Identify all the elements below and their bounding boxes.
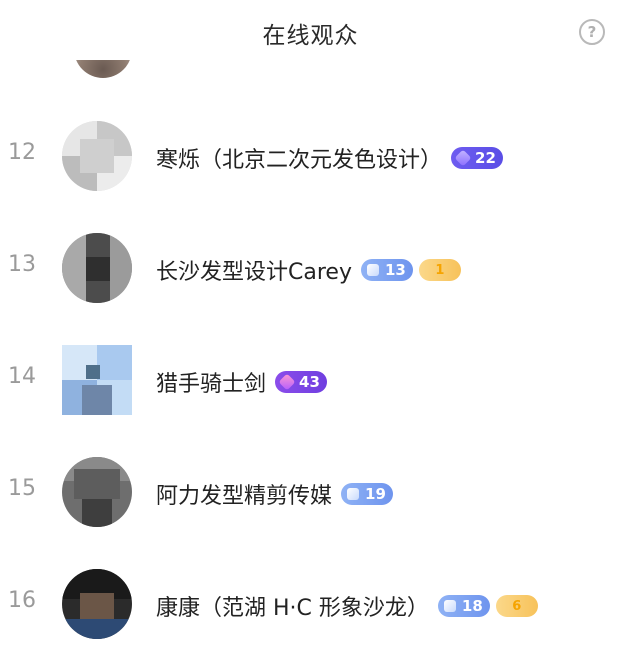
rank-number: 13 [8,252,36,277]
viewer-name-text: 猎手骑士剑 [156,372,267,397]
viewer-name-text: 寒烁（北京二次元发色设计） [156,148,443,173]
header-bar: 在线观众 ? [0,0,621,66]
avatar[interactable] [62,121,132,191]
avatar[interactable] [62,457,132,527]
avatar[interactable] [62,233,132,303]
viewer-name: 康康（范湖 H·C 形象沙龙） 18 6 [156,590,538,622]
level-badge-number: 18 [461,597,483,615]
gem-icon [454,149,472,167]
gem-icon [347,488,360,500]
viewer-name-text: 阿力发型精剪传媒 [156,484,333,509]
level-badge-number: 13 [384,261,406,279]
viewer-row[interactable]: 12 寒烁（北京二次元发色设计） 22 [0,100,621,212]
level-badge: 22 [451,147,503,169]
viewer-row[interactable]: 13 长沙发型设计Carey 13 1 [0,212,621,324]
avatar[interactable] [62,345,132,415]
rank-number: 12 [8,140,36,165]
gem-icon [366,264,379,276]
viewer-name-text: 康康（范湖 H·C 形象沙龙） [156,596,429,621]
viewer-row[interactable]: 16 康康（范湖 H·C 形象沙龙） 18 6 [0,548,621,660]
gem-icon [278,373,296,391]
gem-icon [443,600,456,612]
level-badge: 13 [360,259,413,281]
viewer-name: 寒烁（北京二次元发色设计） 22 [156,142,503,174]
viewer-name: 猎手骑士剑 43 [156,366,327,398]
avatar-partial[interactable] [74,60,132,80]
fan-badge: 1 [418,259,461,281]
rank-number: 16 [8,588,36,613]
viewer-name-text: 长沙发型设计Carey [156,260,352,285]
rank-number: 15 [8,476,36,501]
level-badge-number: 19 [365,485,386,503]
viewer-row[interactable]: 14 猎手骑士剑 43 [0,324,621,436]
viewer-name: 长沙发型设计Carey 13 1 [156,254,461,286]
fan-badge: 6 [495,595,538,617]
avatar[interactable] [62,569,132,639]
rank-number: 14 [8,364,36,389]
level-badge: 19 [341,483,393,505]
level-badge: 43 [275,371,327,393]
question-circle-icon[interactable]: ? [579,19,605,45]
level-badge-number: 43 [299,373,320,391]
viewer-list: 12 寒烁（北京二次元发色设计） 22 13 长沙发型设计Carey 13 1 … [0,100,621,660]
page-title: 在线观众 [262,23,359,49]
viewer-row[interactable]: 15 阿力发型精剪传媒 19 [0,436,621,548]
level-badge-number: 22 [475,149,496,167]
level-badge: 18 [437,595,490,617]
viewer-name: 阿力发型精剪传媒 19 [156,478,393,510]
